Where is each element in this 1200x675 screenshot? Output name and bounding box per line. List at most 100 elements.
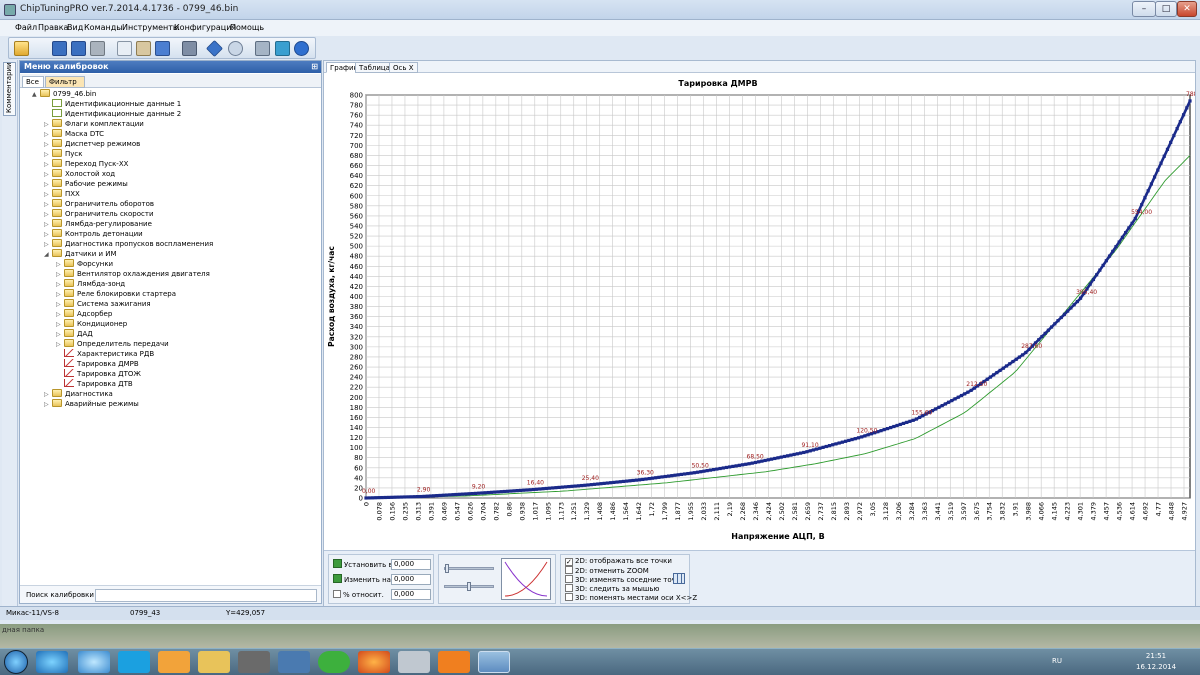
calendar-icon[interactable] [238,651,270,673]
menu-tools[interactable]: Инструменты [122,23,179,32]
option-cancel-zoom[interactable]: 2D: отменить ZOOM [565,566,649,575]
menu-config[interactable]: Конфигурация [174,23,236,32]
skype-icon[interactable] [118,651,150,673]
tree-node[interactable]: ▷ Холостой ход [44,169,115,179]
explorer-icon[interactable] [198,651,230,673]
compare-icon[interactable] [182,41,197,56]
navigate-icon[interactable] [206,40,223,57]
tab-axis-x[interactable]: Ось X [389,62,418,73]
slider-1[interactable] [444,564,494,573]
app-icon-2[interactable] [398,651,430,673]
option-checkbox[interactable] [565,584,573,592]
menu-help[interactable]: Помощь [230,23,264,32]
maximize-button[interactable]: □ [1155,1,1177,17]
copy-icon[interactable] [117,41,132,56]
tree-node[interactable]: ▷ Вентилятор охлаждения двигателя [56,269,210,279]
menu-view[interactable]: Вид [67,23,83,32]
menu-edit[interactable]: Правка [38,23,68,32]
clock[interactable]: 21:51 16.12.2014 [1136,651,1176,673]
tree-node[interactable]: ▷ Диспетчер режимов [44,139,140,149]
tree-node[interactable]: ▲ 0799_46.bin [32,89,96,99]
tree-node[interactable]: ▷ Форсунки [56,259,113,269]
open-folder-icon[interactable] [14,41,29,56]
set-value-input[interactable]: 0,000 [391,559,431,570]
media-icon[interactable] [158,651,190,673]
tree-node[interactable]: ▷ Переход Пуск-XX [44,159,128,169]
tab-all[interactable]: Все [22,76,44,88]
app-icon-3[interactable] [438,651,470,673]
option-follow-mouse[interactable]: 3D: следить за мышью [565,584,659,593]
option-neighbors[interactable]: 3D: изменять соседние точки [565,575,685,584]
tree-node[interactable]: ▷ Маска DTC [44,129,104,139]
save-icon[interactable] [52,41,67,56]
chiptuning-taskbar-icon[interactable] [478,651,510,673]
language-indicator[interactable]: RU [1052,657,1062,665]
relative-value-input[interactable]: 0,000 [391,589,431,600]
maf-chart[interactable]: 0204060801001201401601802002202402602803… [324,73,1195,549]
search-input[interactable] [95,589,317,602]
tree-node[interactable]: ◢ Датчики и ИМ [44,249,117,259]
tree-node[interactable]: Характеристика РДВ [56,349,154,359]
tree-node[interactable]: ▷ Кондиционер [56,319,127,329]
tree-node[interactable]: ▷ Лямбда-регулирование [44,219,152,229]
minimize-button[interactable]: – [1132,1,1156,17]
tree-node[interactable]: ▷ Адсорбер [56,309,112,319]
tree-node[interactable]: ▷ Пуск [44,149,82,159]
tools-icon[interactable] [255,41,270,56]
print-icon[interactable] [90,41,105,56]
apply-set-icon[interactable] [333,559,342,568]
settings-icon[interactable] [275,41,290,56]
pin-icon[interactable]: ⊞ [311,62,318,71]
table-grid-icon[interactable] [673,573,685,584]
tree-node[interactable]: ▷ Определитель передачи [56,339,169,349]
tree-node[interactable]: ▷ ДАД [56,329,93,339]
mail-icon[interactable] [318,651,350,673]
tree-node[interactable]: Идентификационные данные 2 [44,109,181,119]
tree-node[interactable]: ▷ Ограничитель оборотов [44,199,154,209]
option-checkbox[interactable] [565,575,573,583]
expand-arrow-icon[interactable]: ▲ [32,90,40,100]
slider-2[interactable] [444,582,494,591]
change-value-input[interactable]: 0,000 [391,574,431,585]
tree-node[interactable]: ▷ Система зажигания [56,299,151,309]
option-swap-axes[interactable]: 3D: поменять местами оси X<>Z [565,593,697,602]
tree-node[interactable]: ▷ Контроль детонации [44,229,143,239]
tree-node[interactable]: ▷ Диагностика пропусков воспламенения [44,239,213,249]
expand-arrow-icon[interactable]: ◢ [44,250,52,260]
option-checkbox[interactable]: ✓ [565,558,573,566]
save-as-icon[interactable] [71,41,86,56]
firefox-icon[interactable] [358,651,390,673]
start-button[interactable] [4,650,28,674]
help-icon[interactable] [294,41,309,56]
zoom-icon[interactable] [228,41,243,56]
tree-node[interactable]: ▷ Реле блокировки стартера [56,289,176,299]
apply-change-icon[interactable] [333,574,342,583]
tree-node[interactable]: Тарировка ДМРВ [56,359,139,369]
menu-commands[interactable]: Команды [84,23,123,32]
paste-icon[interactable] [136,41,151,56]
tree-node[interactable]: ▷ Диагностика [44,389,113,399]
close-button[interactable]: ✕ [1177,1,1197,17]
undo-icon[interactable] [155,41,170,56]
tree-node[interactable]: ▷ Лямбда-зонд [56,279,125,289]
tree-node[interactable]: ▷ Флаги комплектации [44,119,144,129]
expand-arrow-icon[interactable]: ▷ [44,400,52,410]
tool-icon[interactable] [78,651,110,673]
tab-filter[interactable]: Фильтр [45,76,85,88]
tree-node[interactable]: ▷ Рабочие режимы [44,179,128,189]
tree-node[interactable]: Идентификационные данные 1 [44,99,181,109]
network-icon[interactable] [278,651,310,673]
tree-node[interactable]: Тарировка ДТВ [56,379,133,389]
menu-file[interactable]: Файл [15,23,37,32]
option-checkbox[interactable] [565,566,573,574]
ie-icon[interactable] [36,651,68,673]
option-checkbox[interactable] [565,593,573,601]
slider-thumb[interactable] [467,582,471,591]
tree-node[interactable]: Тарировка ДТОЖ [56,369,141,379]
option-show-all-points[interactable]: ✓ 2D: отображать все точки [565,557,672,566]
comments-tab[interactable]: Комментарии [3,62,16,116]
tree-node[interactable]: ▷ ПХХ [44,189,80,199]
curve-preview-icon[interactable] [501,558,551,600]
tree-node[interactable]: ▷ Аварийные режимы [44,399,139,409]
percent-checkbox[interactable] [333,590,341,598]
